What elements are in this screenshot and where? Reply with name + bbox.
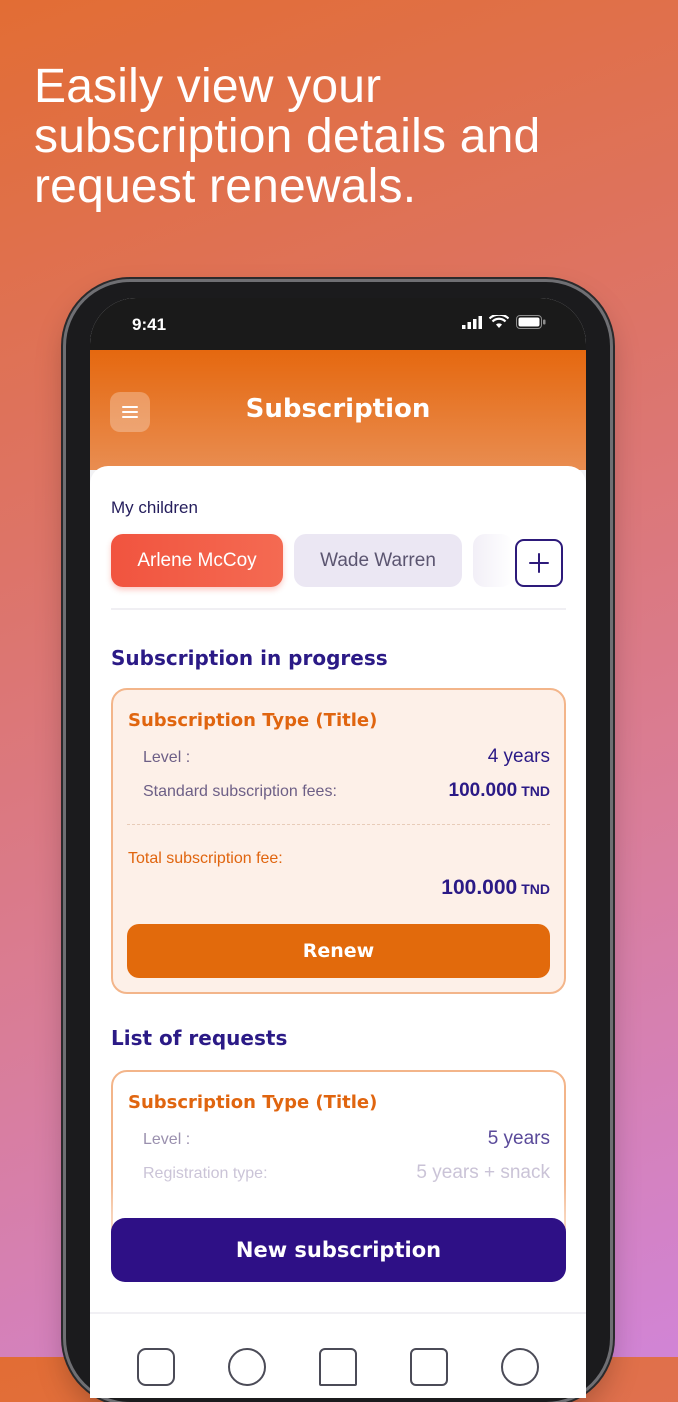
level-row: Level : 4 years bbox=[143, 746, 550, 768]
renew-button[interactable]: Renew bbox=[127, 924, 550, 978]
content-panel: My children Arlene McCoy Wade Warren Sub… bbox=[90, 466, 586, 1312]
status-icons bbox=[462, 315, 546, 329]
tab-settings-icon[interactable] bbox=[501, 1348, 540, 1386]
app-header: Subscription bbox=[90, 350, 586, 470]
request-reg-label: Registration type: bbox=[143, 1165, 268, 1182]
tab-schedule-icon[interactable] bbox=[410, 1348, 449, 1386]
divider bbox=[111, 608, 566, 610]
request-card-title: Subscription Type (Title) bbox=[128, 1092, 378, 1113]
phone-screen: 9:41 Subscription My children Arlene McC… bbox=[90, 298, 586, 1398]
total-label: Total subscription fee: bbox=[128, 850, 283, 867]
child-chip-selected[interactable]: Arlene McCoy bbox=[111, 534, 283, 587]
child-chip-overflow[interactable] bbox=[473, 534, 513, 587]
tab-calendar-icon[interactable] bbox=[136, 1348, 175, 1386]
children-label: My children bbox=[111, 498, 198, 517]
status-time: 9:41 bbox=[132, 315, 167, 334]
total-value: 100.000 TND bbox=[441, 876, 550, 900]
tab-bar bbox=[90, 1312, 586, 1398]
subscription-card: Subscription Type (Title) Level : 4 year… bbox=[111, 688, 566, 994]
new-subscription-button[interactable]: New subscription bbox=[111, 1218, 566, 1282]
section-title-in-progress: Subscription in progress bbox=[111, 646, 388, 670]
dashed-divider bbox=[127, 824, 550, 825]
child-chip[interactable]: Wade Warren bbox=[294, 534, 462, 587]
card-title: Subscription Type (Title) bbox=[128, 710, 378, 731]
page-title: Subscription bbox=[245, 394, 431, 424]
request-level-label: Level : bbox=[143, 1131, 191, 1148]
request-level-value: 5 years bbox=[487, 1128, 550, 1149]
plus-icon bbox=[529, 553, 549, 573]
tab-profile-icon[interactable] bbox=[227, 1348, 266, 1386]
level-label: Level : bbox=[143, 749, 191, 766]
battery-icon bbox=[516, 315, 546, 329]
request-level-row: Level : 5 years bbox=[143, 1128, 550, 1150]
fees-value: 100.000 TND bbox=[449, 780, 550, 802]
fees-amount: 100.000 bbox=[448, 780, 518, 801]
status-bar: 9:41 bbox=[90, 298, 586, 350]
request-reg-row: Registration type: 5 years + snack bbox=[143, 1162, 550, 1184]
wifi-icon bbox=[489, 315, 509, 328]
request-reg-value: 5 years + snack bbox=[416, 1162, 550, 1183]
add-child-button[interactable] bbox=[515, 539, 563, 587]
signal-icon bbox=[462, 315, 482, 329]
total-currency: TND bbox=[521, 881, 550, 897]
tab-home-icon[interactable] bbox=[318, 1348, 357, 1386]
fees-currency: TND bbox=[521, 783, 550, 799]
section-title-requests: List of requests bbox=[111, 1026, 288, 1050]
children-selector: Arlene McCoy Wade Warren bbox=[111, 534, 586, 588]
headline: Easily view your subscription details an… bbox=[34, 60, 541, 213]
level-value: 4 years bbox=[487, 746, 550, 767]
fees-row: Standard subscription fees: 100.000 TND bbox=[143, 780, 550, 802]
total-amount: 100.000 bbox=[441, 876, 518, 899]
fees-label: Standard subscription fees: bbox=[143, 783, 337, 800]
